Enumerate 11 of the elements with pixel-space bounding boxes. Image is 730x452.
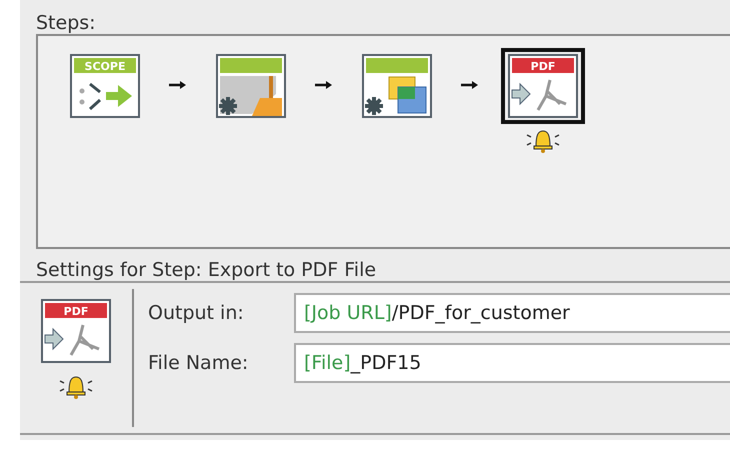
arrow-icon (169, 80, 187, 90)
field-label: Output in: (148, 302, 245, 324)
step-tile[interactable]: PDF (501, 48, 585, 124)
arrow-icon (461, 80, 479, 90)
settings-title: Settings for Step: Export to PDF File (20, 249, 730, 283)
arrow-icon (315, 80, 333, 90)
text-field[interactable]: [Job URL]/PDF_for_customer (294, 293, 730, 333)
pdf-step-icon[interactable]: PDF (508, 54, 578, 118)
text-field[interactable]: [File]_PDF15 (294, 343, 730, 383)
field-label: File Name: (148, 352, 250, 374)
pdf-step-icon[interactable]: PDF (41, 299, 111, 363)
